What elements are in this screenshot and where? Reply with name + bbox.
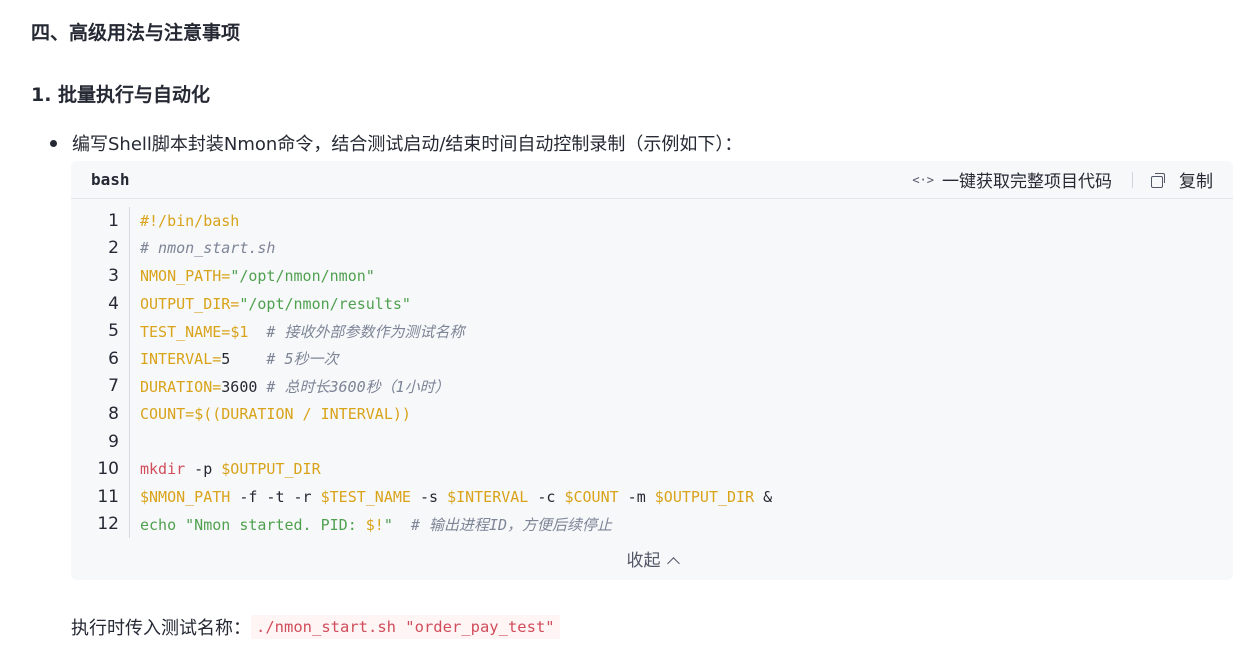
line-number: 5 bbox=[71, 317, 130, 345]
code-token: -s bbox=[410, 487, 448, 506]
code-line: 11 $NMON_PATH -f -t -r $TEST_NAME -s $INT… bbox=[71, 482, 1233, 511]
copy-icon bbox=[1151, 172, 1165, 188]
code-line-text: OUTPUT_DIR="/opt/nmon/results" bbox=[130, 295, 411, 313]
collapse-label: 收起 bbox=[626, 551, 661, 571]
code-line: 8 COUNT=$((DURATION / INTERVAL)) bbox=[71, 400, 1233, 428]
line-number: 6 bbox=[71, 344, 130, 373]
code-line: 2 # nmon_start.sh bbox=[71, 234, 1233, 263]
code-token: "/opt/nmon/nmon" bbox=[230, 266, 375, 285]
line-number: 9 bbox=[71, 427, 130, 456]
code-token: -p bbox=[185, 460, 222, 479]
line-number: 1 bbox=[71, 207, 130, 235]
code-block-header: bash <·> 一键获取完整项目代码 复制 bbox=[71, 161, 1233, 199]
code-token: # nmon_start.sh bbox=[140, 239, 276, 258]
code-token: # 输出进程ID，方便后续停止 bbox=[392, 515, 613, 534]
code-token: $OUTPUT_DIR bbox=[654, 487, 755, 506]
code-line-text: TEST_NAME=$1 # 接收外部参数作为测试名称 bbox=[130, 321, 465, 342]
line-number: 2 bbox=[71, 234, 130, 263]
code-token: # 5秒一次 bbox=[230, 350, 339, 369]
code-line-text: #!/bin/bash bbox=[130, 212, 239, 230]
code-token: # 接收外部参数作为测试名称 bbox=[248, 322, 465, 341]
section-heading: 四、高级用法与注意事项 bbox=[31, 22, 241, 44]
bullet-icon bbox=[50, 139, 57, 147]
divider bbox=[1132, 171, 1133, 188]
code-token: $((DURATION / INTERVAL)) bbox=[194, 404, 411, 423]
code-body[interactable]: 1 #!/bin/bash 2 # nmon_start.sh 3 NMON_PATH="… bbox=[71, 199, 1233, 539]
code-token: 3600 bbox=[221, 377, 258, 396]
code-token: OUTPUT_DIR= bbox=[140, 294, 240, 313]
code-token: $! bbox=[365, 515, 384, 534]
line-number: 10 bbox=[71, 455, 130, 483]
code-token: mkdir bbox=[140, 460, 186, 479]
code-line: 10 mkdir -p $OUTPUT_DIR bbox=[71, 455, 1233, 483]
line-number: 7 bbox=[71, 372, 130, 401]
code-line: 3 NMON_PATH="/opt/nmon/nmon" bbox=[71, 262, 1233, 290]
code-line: 5 TEST_NAME=$1 # 接收外部参数作为测试名称 bbox=[71, 317, 1233, 345]
collapse-button[interactable]: 收起 bbox=[71, 546, 1233, 571]
code-token: COUNT= bbox=[140, 404, 195, 423]
code-block: bash <·> 一键获取完整项目代码 复制 1 #!/bin/bash 2 # nm… bbox=[71, 161, 1233, 580]
code-line: 6 INTERVAL=5 # 5秒一次 bbox=[71, 344, 1233, 373]
code-token: "/opt/nmon/results" bbox=[239, 294, 411, 313]
list-item: 编写Shell脚本封装Nmon命令，结合测试启动/结束时间自动控制录制（示例如下… bbox=[50, 130, 742, 156]
chevron-up-icon bbox=[666, 557, 680, 570]
exec-text: 执行时传入测试名称： bbox=[71, 618, 251, 639]
code-token: TEST_NAME= bbox=[140, 322, 231, 341]
code-line-text: $NMON_PATH -f -t -r $TEST_NAME -s $INTER… bbox=[130, 488, 772, 506]
code-line-text: NMON_PATH="/opt/nmon/nmon" bbox=[130, 267, 375, 285]
get-full-code-button[interactable]: <·> 一键获取完整项目代码 bbox=[912, 167, 1112, 192]
code-block-actions: <·> 一键获取完整项目代码 复制 bbox=[912, 167, 1213, 192]
inline-code: ./nmon_start.sh "order_pay_test" bbox=[251, 615, 560, 639]
subsection-heading: 1. 批量执行与自动化 bbox=[31, 84, 211, 106]
code-token: 5 bbox=[221, 350, 231, 369]
code-line: 12 echo "Nmon started. PID: $!" # 输出进程ID，… bbox=[71, 510, 1233, 539]
code-line-text: COUNT=$((DURATION / INTERVAL)) bbox=[130, 405, 411, 423]
code-line: 4 OUTPUT_DIR="/opt/nmon/results" bbox=[71, 289, 1233, 318]
code-token: $TEST_NAME bbox=[320, 487, 411, 506]
code-token: $INTERVAL bbox=[447, 487, 529, 506]
code-token: -c bbox=[528, 487, 565, 506]
get-full-code-label: 一键获取完整项目代码 bbox=[942, 172, 1112, 192]
code-token: " bbox=[383, 515, 393, 534]
code-line-text: # nmon_start.sh bbox=[130, 239, 275, 257]
line-number: 8 bbox=[71, 400, 130, 428]
code-line-text: echo "Nmon started. PID: $!" # 输出进程ID，方便… bbox=[130, 514, 612, 535]
code-token: $NMON_PATH bbox=[140, 487, 231, 506]
line-number: 12 bbox=[71, 510, 130, 539]
code-token: # 总时长3600秒（1小时） bbox=[257, 377, 450, 396]
code-token: INTERVAL= bbox=[140, 350, 222, 369]
exec-paragraph: 执行时传入测试名称： ./nmon_start.sh "order_pay_te… bbox=[71, 614, 560, 640]
code-line: 1 #!/bin/bash bbox=[71, 207, 1233, 235]
code-token: -f -t -r bbox=[230, 487, 321, 506]
line-number: 4 bbox=[71, 289, 130, 318]
code-line-text: DURATION=3600 # 总时长3600秒（1小时） bbox=[130, 376, 450, 397]
code-line-text: INTERVAL=5 # 5秒一次 bbox=[130, 348, 339, 369]
code-token: & bbox=[754, 487, 773, 506]
code-token: DURATION= bbox=[140, 377, 222, 396]
code-language-label: bash bbox=[91, 170, 130, 189]
code-token: echo bbox=[140, 515, 177, 534]
copy-label: 复制 bbox=[1179, 172, 1213, 192]
code-token: $OUTPUT_DIR bbox=[221, 460, 321, 479]
code-line-text: mkdir -p $OUTPUT_DIR bbox=[130, 460, 321, 478]
code-token: -m bbox=[618, 487, 655, 506]
code-brackets-icon: <·> bbox=[912, 172, 934, 187]
code-line: 7 DURATION=3600 # 总时长3600秒（1小时） bbox=[71, 372, 1233, 401]
code-token: #!/bin/bash bbox=[140, 211, 240, 230]
code-token: $COUNT bbox=[564, 487, 619, 506]
code-token: $1 bbox=[230, 322, 249, 341]
code-token: NMON_PATH= bbox=[140, 266, 231, 285]
line-number: 3 bbox=[71, 262, 130, 290]
code-token: "Nmon started. PID: bbox=[176, 515, 366, 534]
code-line: 9 bbox=[71, 427, 1233, 456]
list-item-text: 编写Shell脚本封装Nmon命令，结合测试启动/结束时间自动控制录制（示例如下… bbox=[72, 134, 743, 155]
line-number: 11 bbox=[71, 482, 130, 511]
copy-button[interactable]: 复制 bbox=[1151, 167, 1213, 192]
